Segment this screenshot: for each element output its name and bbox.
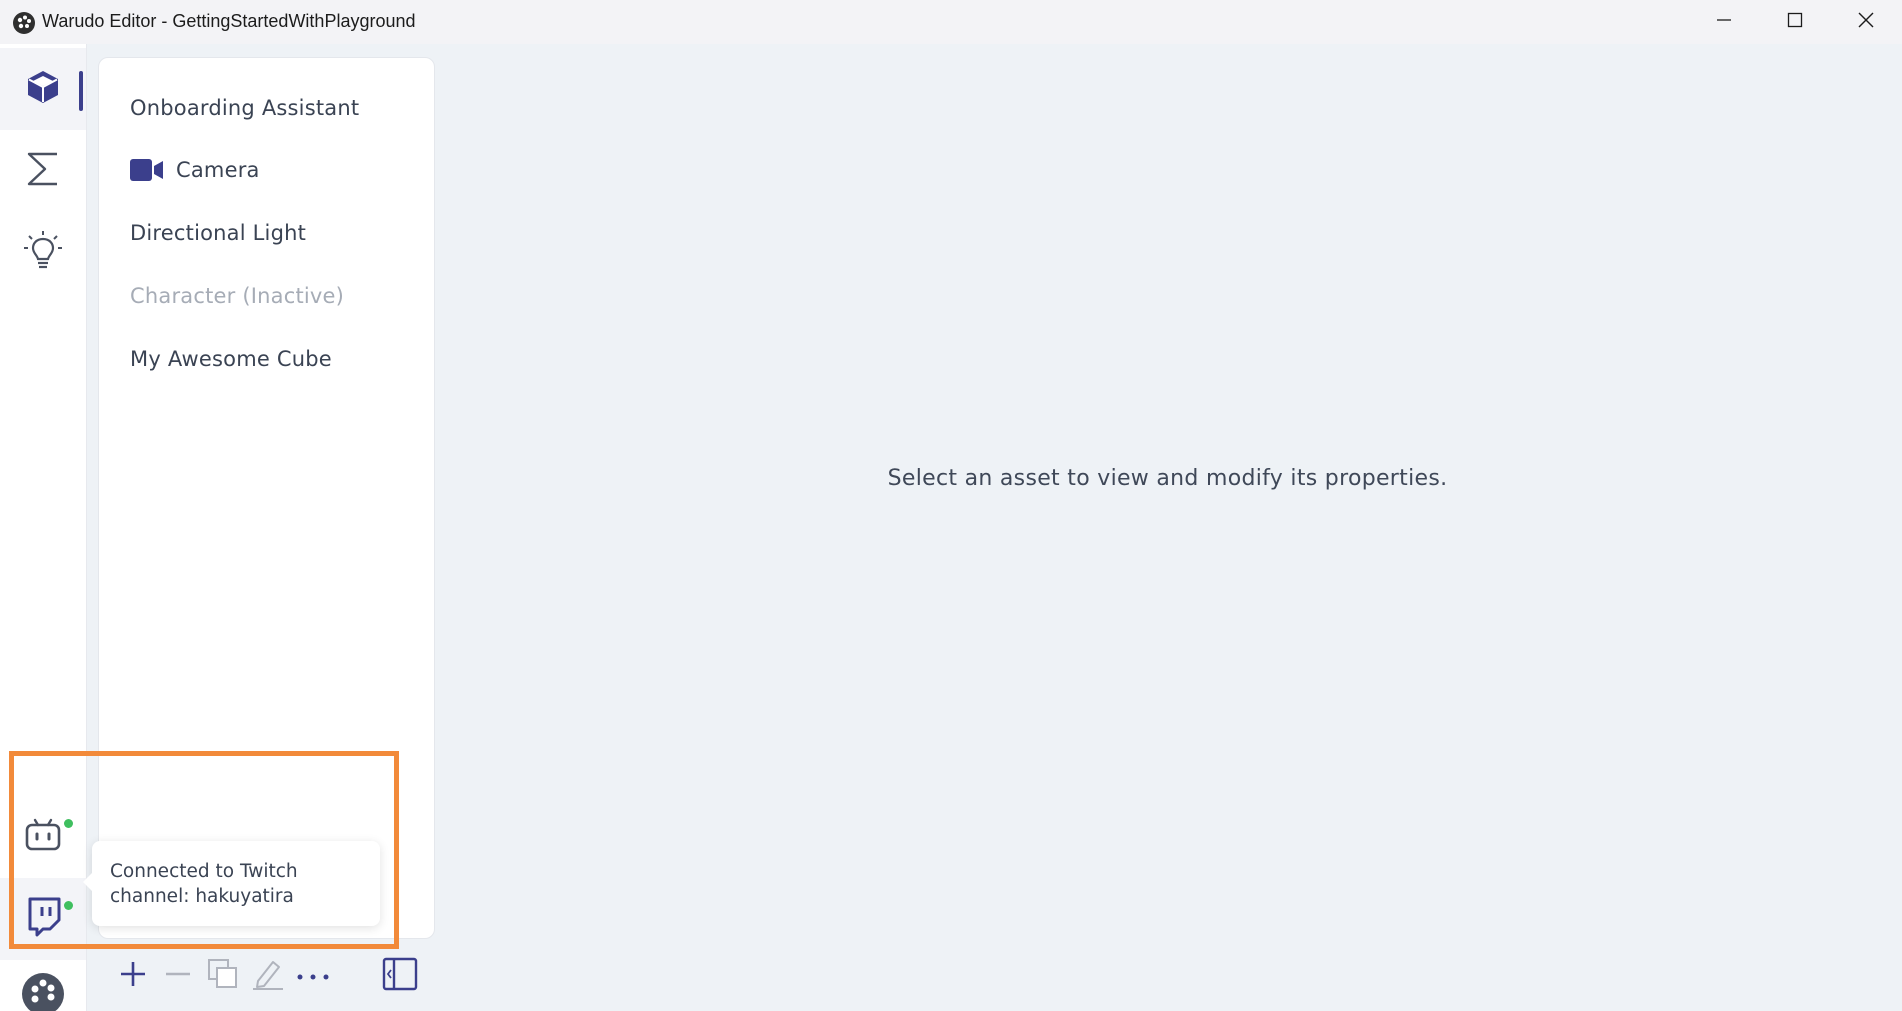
palette-icon <box>21 972 65 1011</box>
activity-assets-button[interactable] <box>0 48 86 130</box>
collapse-panel-button[interactable] <box>380 956 420 996</box>
maximize-button[interactable] <box>1761 0 1829 44</box>
asset-label: Character (Inactive) <box>130 284 345 308</box>
remove-asset-button[interactable] <box>158 956 198 996</box>
plus-icon <box>119 960 147 992</box>
activity-bilibili-button[interactable] <box>0 796 86 878</box>
asset-label: Camera <box>176 158 260 182</box>
bilibili-icon <box>23 815 63 859</box>
asset-character-inactive[interactable]: Character (Inactive) <box>130 276 344 316</box>
activity-bar <box>0 44 87 1011</box>
asset-camera[interactable]: Camera <box>130 150 260 190</box>
asset-directional-light[interactable]: Directional Light <box>130 213 306 253</box>
minus-icon <box>164 960 192 992</box>
close-button[interactable] <box>1832 0 1900 44</box>
twitch-status-dot <box>64 901 73 910</box>
tooltip-line-2: channel: hakuyatira <box>110 886 294 907</box>
cube-icon <box>23 67 63 111</box>
activity-tips-button[interactable] <box>0 212 86 294</box>
asset-onboarding-assistant[interactable]: Onboarding Assistant <box>130 88 359 128</box>
twitch-icon <box>23 896 63 942</box>
duplicate-asset-button[interactable] <box>203 956 243 996</box>
asset-label: Onboarding Assistant <box>130 96 360 120</box>
window-title: Warudo Editor - GettingStartedWithPlaygr… <box>42 11 416 31</box>
twitch-status-tooltip: Connected to Twitch channel: hakuyatira <box>83 841 380 926</box>
minimize-button[interactable] <box>1690 0 1758 44</box>
maximize-icon <box>1787 12 1803 32</box>
video-camera-icon <box>130 158 164 182</box>
activity-settings-button[interactable] <box>0 970 86 1011</box>
asset-my-awesome-cube[interactable]: My Awesome Cube <box>130 339 332 379</box>
sigma-icon <box>25 149 61 193</box>
empty-properties-message: Select an asset to view and modify its p… <box>887 466 1448 491</box>
active-indicator <box>79 71 83 111</box>
asset-list-panel: Onboarding Assistant Camera Directional … <box>98 57 435 939</box>
activity-blueprints-button[interactable] <box>0 130 86 212</box>
asset-label: My Awesome Cube <box>130 347 332 371</box>
rename-asset-button[interactable] <box>248 956 288 996</box>
title-bar: Warudo Editor - GettingStartedWithPlaygr… <box>0 0 1902 44</box>
tooltip-line-1: Connected to Twitch <box>110 861 298 882</box>
rename-icon <box>251 957 285 995</box>
more-icon <box>296 967 330 986</box>
asset-label: Directional Light <box>130 221 307 245</box>
bilibili-status-dot <box>64 819 73 828</box>
minimize-icon <box>1716 12 1732 32</box>
activity-twitch-button[interactable] <box>0 878 86 960</box>
collapse-panel-icon <box>382 957 418 995</box>
more-options-button[interactable] <box>293 956 333 996</box>
lightbulb-icon <box>23 230 63 276</box>
tooltip-arrow <box>83 873 92 891</box>
duplicate-icon <box>207 958 239 994</box>
close-icon <box>1858 12 1874 32</box>
app-logo-icon <box>12 11 36 35</box>
add-asset-button[interactable] <box>113 956 153 996</box>
